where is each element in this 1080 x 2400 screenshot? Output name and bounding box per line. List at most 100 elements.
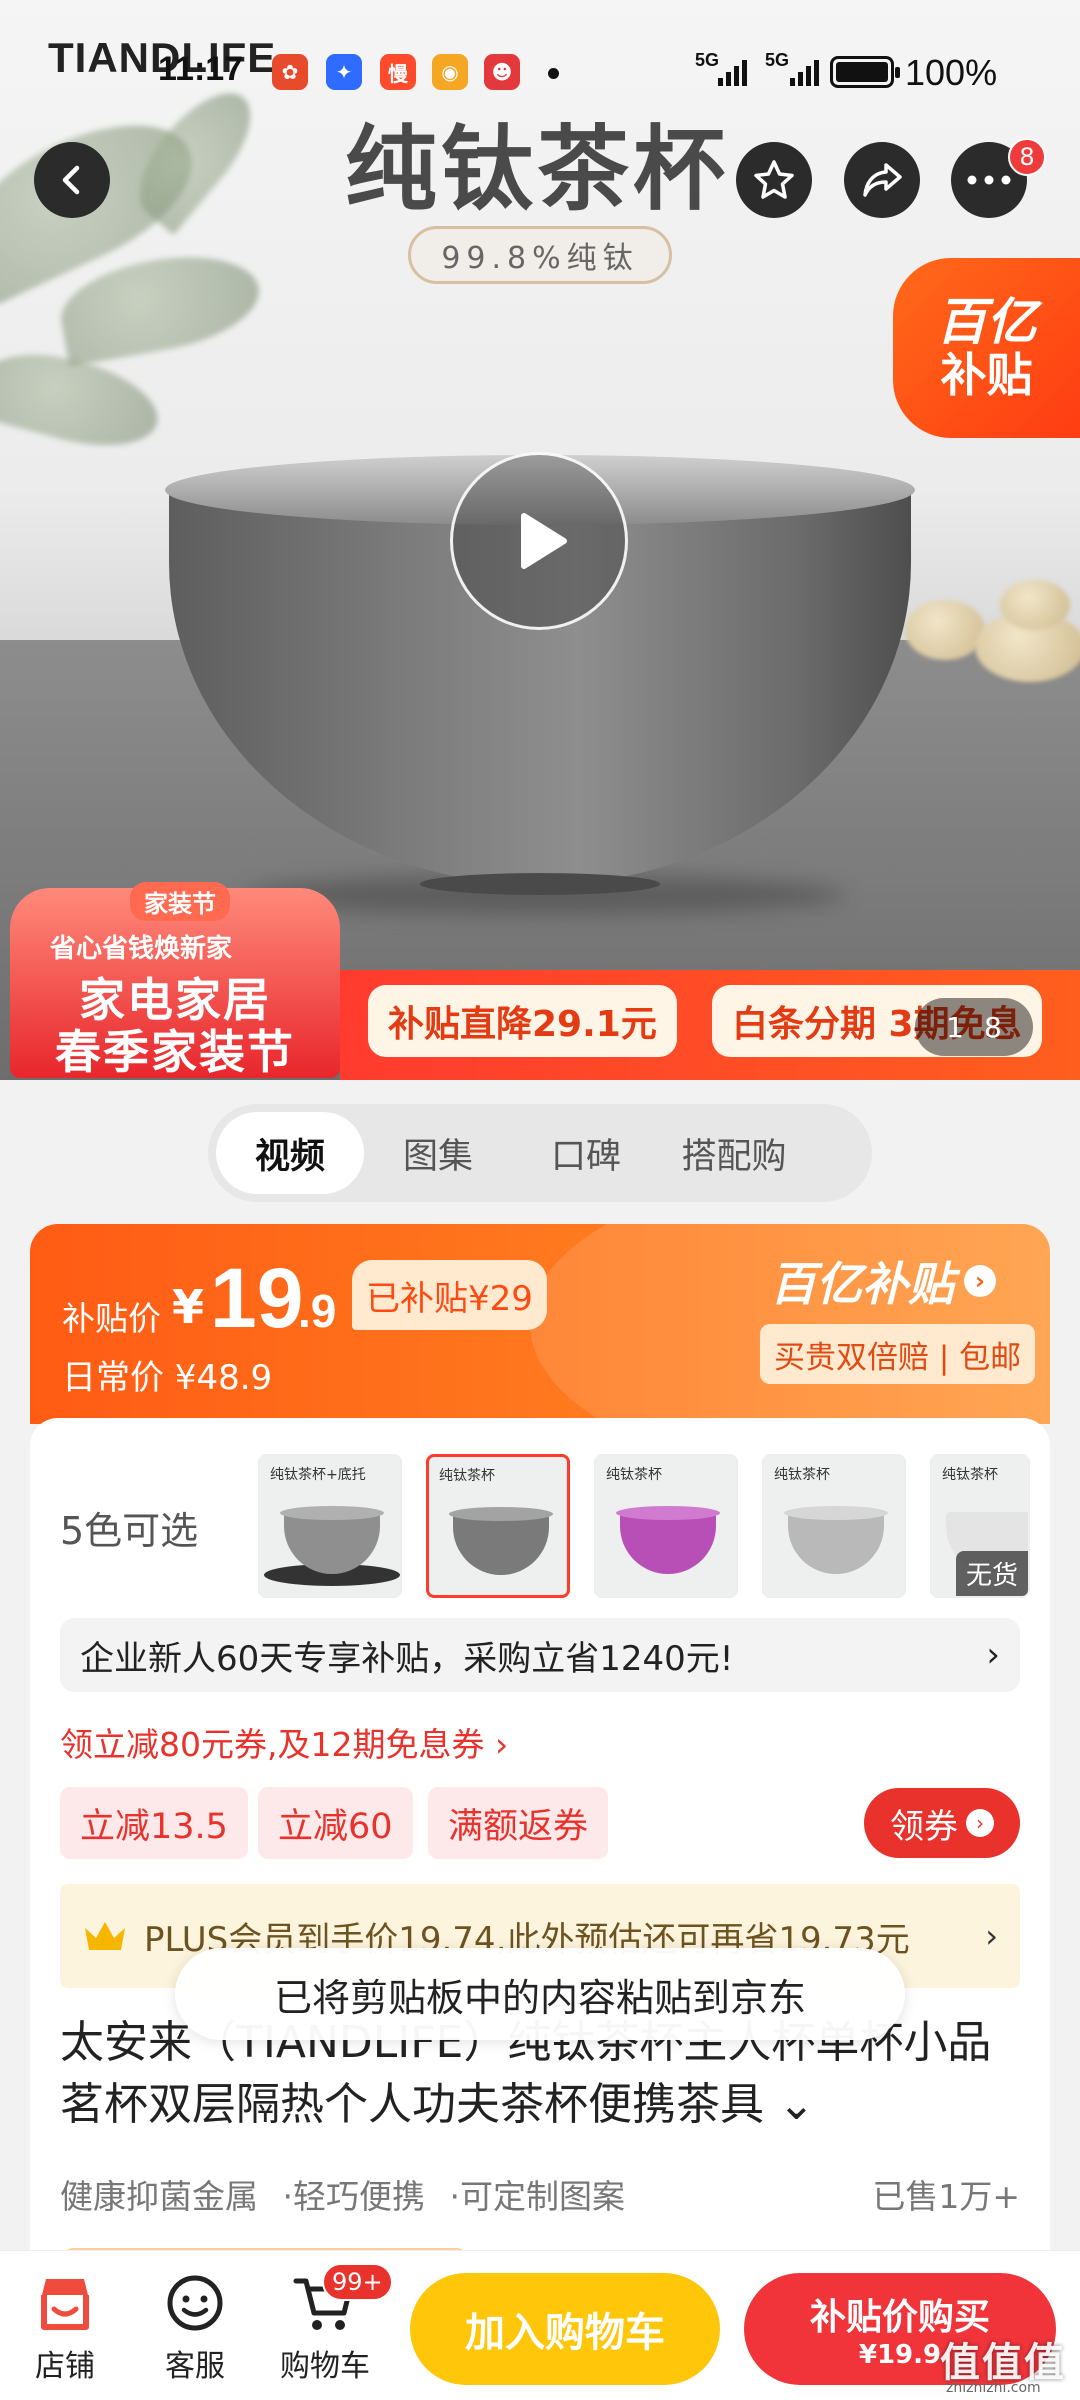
signal-icon — [790, 58, 819, 86]
bottom-action-bar: 店铺 客服 购物车 99+ 加入购物车 补贴价购买 ¥19.9 — [0, 2250, 1080, 2400]
weibo-app-icon: ◉ — [432, 54, 468, 90]
subsidy-corner-line1: 百亿 — [936, 293, 1037, 352]
tab-bundle[interactable]: 搭配购 — [660, 1112, 808, 1194]
variant-color — [788, 1512, 884, 1574]
price-decimal: .9 — [298, 1285, 337, 1337]
status-bar: 11:17 ✿ ✦ 慢 ◉ ☻ 5G 5G 100% — [0, 40, 1080, 100]
soldout-label: 无货 — [955, 1551, 1028, 1596]
variant-count-label: 5色可选 — [60, 1509, 199, 1553]
currency-symbol: ¥ — [172, 1280, 205, 1334]
variant-swatch[interactable]: 纯钛茶杯 — [594, 1454, 738, 1598]
chevron-right-icon: › — [985, 1917, 998, 1955]
discount-chip[interactable]: 立减13.5 — [60, 1787, 248, 1859]
crown-icon — [85, 1922, 125, 1950]
price-integer: 19 — [210, 1251, 304, 1345]
customer-service-button[interactable]: 客服 — [140, 2273, 250, 2385]
subsidy-corner-badge: 百亿 补贴 — [893, 258, 1080, 438]
share-icon — [863, 163, 902, 197]
star-icon — [754, 160, 794, 199]
subsidy-discount-pill: 补贴直降29.1元 — [368, 985, 677, 1057]
clipboard-toast: 已将剪贴板中的内容粘贴到京东 — [175, 1948, 905, 2040]
rebate-chip[interactable]: 满额返券 — [428, 1787, 609, 1859]
favorite-button[interactable] — [736, 142, 812, 218]
chevron-right-icon: › — [964, 1265, 996, 1297]
variant-name: 纯钛茶杯+底托 — [270, 1467, 366, 1483]
promo-festival-badge: 家装节 省心省钱焕新家 家电家居 春季家装节 — [10, 882, 340, 1079]
product-info-card: 5色可选 纯钛茶杯+底托 纯钛茶杯 纯钛茶杯 纯钛茶杯 纯钛茶杯 无货 企业新人… — [30, 1418, 1050, 2268]
cart-count-badge: 99+ — [322, 2263, 393, 2301]
subsidy-corner-line2: 补贴 — [940, 348, 1033, 403]
taobao-app-icon: ✿ — [272, 54, 308, 90]
feature-tag: 健康抑菌金属 — [60, 2177, 258, 2216]
promo-tag: 家装节 — [130, 882, 230, 921]
discount-chip[interactable]: 立减60 — [258, 1787, 413, 1859]
variant-swatch[interactable]: 纯钛茶杯 — [762, 1454, 906, 1598]
tab-reviews[interactable]: 口碑 — [512, 1112, 660, 1194]
network-label-2: 5G — [765, 50, 790, 70]
play-video-button[interactable] — [450, 452, 628, 630]
variant-color — [453, 1513, 549, 1575]
variant-name: 纯钛茶杯 — [942, 1467, 998, 1483]
chevron-right-icon: › — [966, 1809, 994, 1837]
regular-price: 日常价 ¥48.9 — [62, 1358, 273, 1398]
feature-tag: ·可定制图案 — [449, 2177, 626, 2216]
promo-banner[interactable]: 家装节 省心省钱焕新家 家电家居 春季家装节 补贴直降29.1元 白条分期 3期… — [0, 880, 1080, 1080]
price-card: 补贴价 ¥ 19 .9 已补贴¥29 日常价 ¥48.9 百亿补贴 › 买贵双倍… — [30, 1224, 1050, 1424]
add-to-cart-button[interactable]: 加入购物车 — [410, 2273, 720, 2385]
variant-swatch[interactable]: 纯钛茶杯+底托 — [258, 1454, 402, 1598]
feature-row: 健康抑菌金属 ·轻巧便携 ·可定制图案 已售1万+ — [60, 2170, 1020, 2218]
buy-now-price: ¥19.9 — [858, 2340, 942, 2370]
shop-icon — [41, 2279, 89, 2330]
customer-service-label: 客服 — [165, 2349, 225, 2384]
pistachio-image — [905, 600, 985, 660]
tab-gallery[interactable]: 图集 — [364, 1112, 512, 1194]
feature-tag: ·轻巧便携 — [282, 2177, 426, 2216]
billion-subsidy-label: 百亿补贴 — [770, 1257, 954, 1311]
signal-icon — [718, 58, 747, 86]
chevron-right-icon: › — [986, 1635, 1000, 1675]
jd-app-icon: ☻ — [484, 54, 520, 90]
gallery-current: 1 — [946, 1010, 964, 1044]
network-label-1: 5G — [695, 50, 720, 70]
price-guarantee: 买贵双倍赔 | 包邮 — [760, 1324, 1036, 1384]
variant-name: 纯钛茶杯 — [439, 1468, 495, 1484]
get-coupon-button[interactable]: 领券 › — [864, 1788, 1020, 1858]
pistachio-image — [1000, 580, 1070, 630]
gallery-counter: 1 8 — [915, 998, 1033, 1056]
subsidy-amount-tag: 已补贴¥29 — [352, 1260, 547, 1330]
variant-swatch-soldout[interactable]: 纯钛茶杯 无货 — [930, 1454, 1030, 1598]
share-button[interactable] — [844, 142, 920, 218]
site-watermark-url: zhizhizhi.com — [946, 2380, 1041, 2396]
message-count-badge: 8 — [1008, 138, 1046, 176]
enterprise-offer-text: 企业新人60天专享补贴，采购立省1240元! — [80, 1638, 734, 1679]
variant-swatch-selected[interactable]: 纯钛茶杯 — [426, 1454, 570, 1598]
hero-title: 纯钛茶杯 — [345, 115, 730, 223]
more-dots-icon — [967, 175, 1011, 185]
sold-count: 已售1万+ — [872, 2177, 1020, 2216]
shop-button[interactable]: 店铺 — [10, 2273, 120, 2385]
shop-label: 店铺 — [35, 2349, 95, 2384]
product-image-gallery[interactable]: TIANDLIFE 纯钛茶杯 99.8%纯钛 百亿 补贴 家装节 省心省钱焕新家… — [0, 0, 1080, 1080]
cart-label: 购物车 — [280, 2349, 370, 2384]
subsidy-price-label: 补贴价 — [62, 1299, 161, 1338]
purity-badge: 99.8%纯钛 — [408, 226, 672, 284]
xiaohongshu-app-icon: 慢 — [380, 54, 416, 90]
chat-face-icon — [167, 2275, 223, 2331]
get-coupon-label: 领券 — [890, 1806, 958, 1847]
tab-video[interactable]: 视频 — [216, 1112, 364, 1194]
promo-line2: 春季家装节 — [55, 1025, 295, 1079]
notification-dot — [548, 68, 559, 79]
coupon-offer-link[interactable]: 领立减80元券,及12期免息券 › — [60, 1718, 508, 1766]
billion-subsidy-link[interactable]: 百亿补贴 › — [770, 1248, 996, 1314]
baidu-app-icon: ✦ — [326, 54, 362, 90]
enterprise-offer-row[interactable]: 企业新人60天专享补贴，采购立省1240元! › — [60, 1618, 1020, 1692]
chevron-left-icon — [62, 165, 80, 195]
variant-color — [620, 1512, 716, 1574]
back-button[interactable] — [34, 142, 110, 218]
status-time: 11:17 — [158, 50, 244, 88]
play-icon — [521, 513, 567, 569]
media-tabs: 视频 图集 口碑 搭配购 — [208, 1104, 872, 1202]
variant-name: 纯钛茶杯 — [774, 1467, 830, 1483]
battery-icon — [830, 56, 900, 88]
gallery-total: 8 — [984, 1010, 1002, 1044]
